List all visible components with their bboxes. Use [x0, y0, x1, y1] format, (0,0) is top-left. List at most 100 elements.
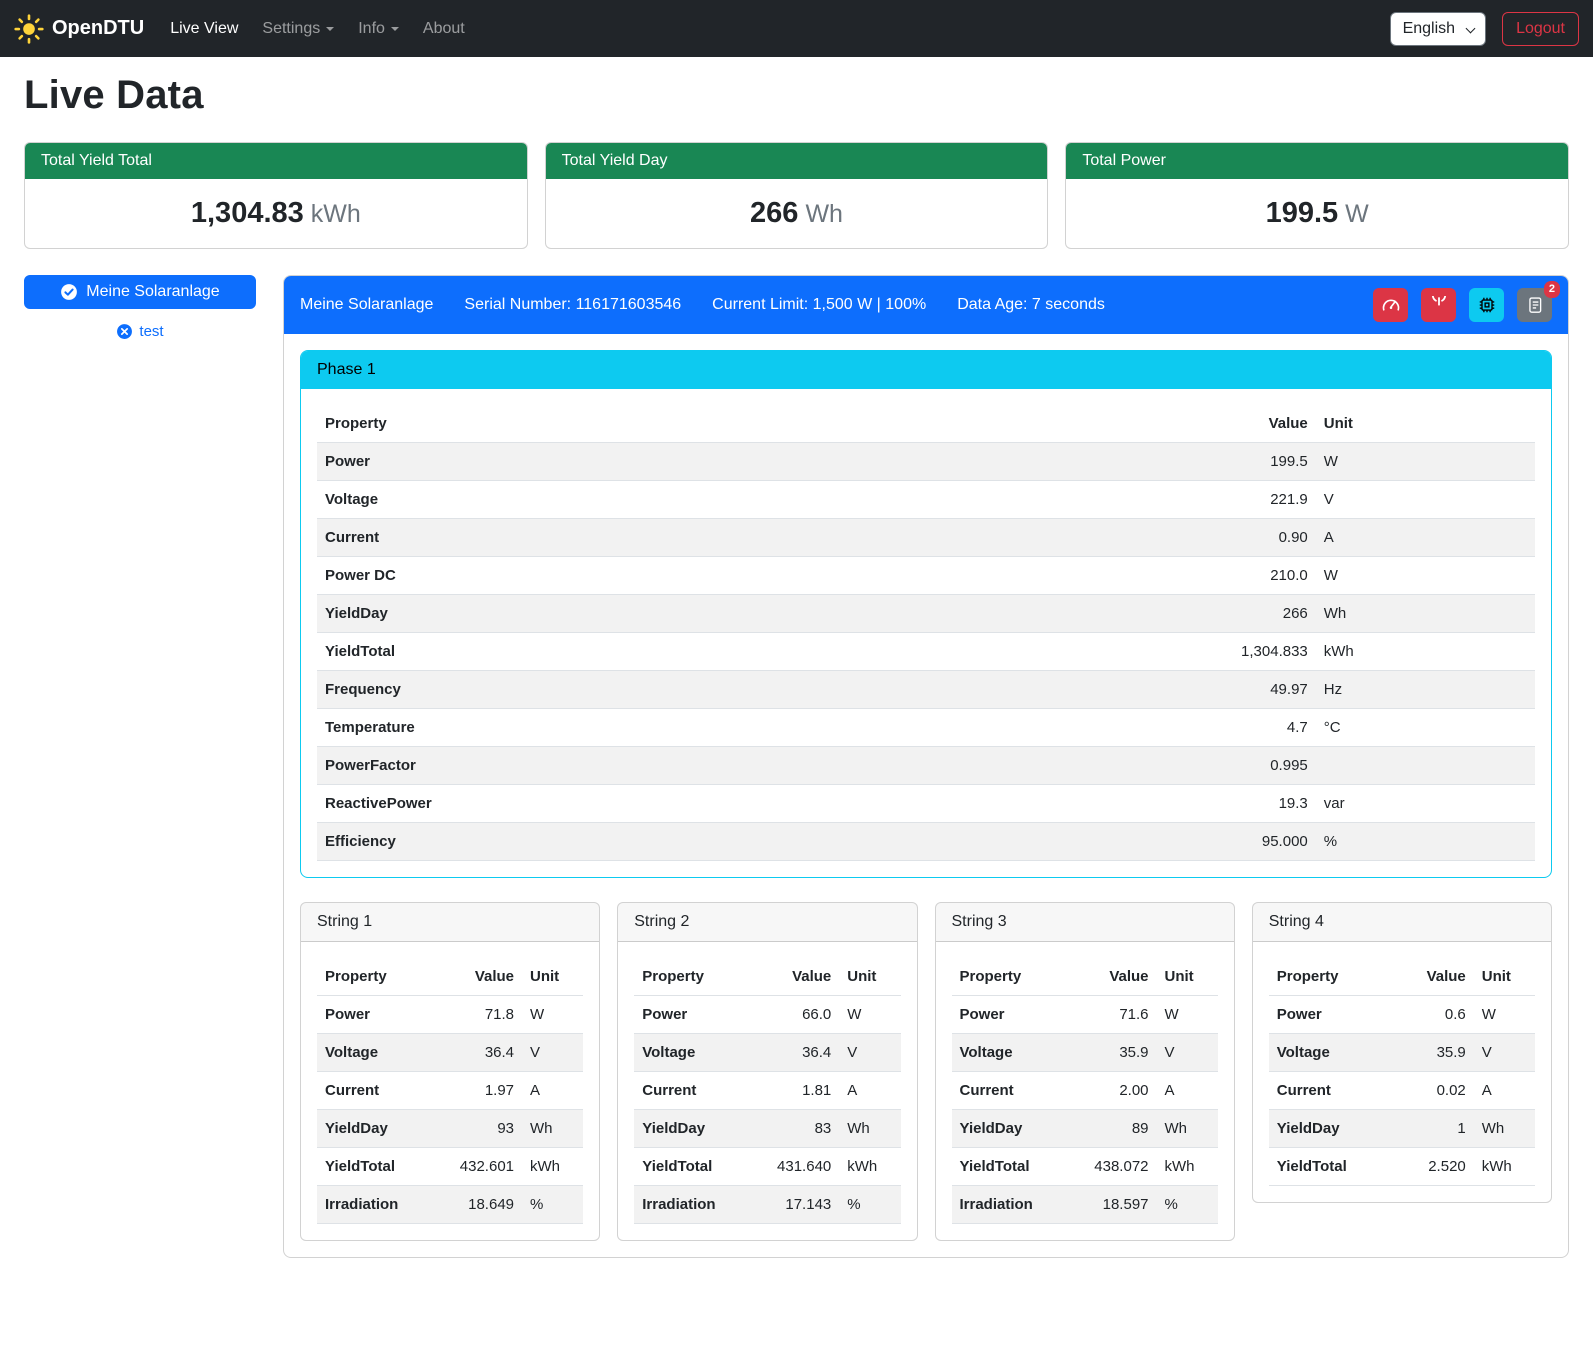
unit-cell: V: [1157, 1034, 1218, 1072]
table-row: Power 199.5 W: [317, 443, 1535, 481]
content-row: Meine Solaranlage test Meine Solaranlage…: [24, 275, 1569, 1258]
property-cell: Power: [952, 996, 1067, 1034]
property-cell: Irradiation: [952, 1186, 1067, 1224]
table-row: Current 0.02 A: [1269, 1072, 1535, 1110]
power-button[interactable]: [1421, 288, 1456, 322]
sidebar-item-inverter[interactable]: Meine Solaranlage: [24, 275, 256, 309]
col-value: Value: [1394, 958, 1474, 996]
table-row: Irradiation 18.649 %: [317, 1186, 583, 1224]
unit-cell: W: [1316, 443, 1535, 481]
unit-cell: A: [839, 1072, 900, 1110]
value-cell: 17.143: [749, 1186, 839, 1224]
language-select[interactable]: English: [1390, 12, 1486, 46]
property-cell: Current: [317, 1072, 432, 1110]
property-cell: Irradiation: [634, 1186, 749, 1224]
property-cell: Irradiation: [317, 1186, 432, 1224]
table-row: Efficiency 95.000 %: [317, 823, 1535, 861]
journal-text-icon: [1526, 296, 1544, 314]
unit-cell: W: [1157, 996, 1218, 1034]
property-cell: YieldDay: [1269, 1110, 1394, 1148]
inverter-panel-header: Meine Solaranlage Serial Number: 1161716…: [284, 276, 1568, 334]
property-cell: Current: [1269, 1072, 1394, 1110]
value-cell: 0.02: [1394, 1072, 1474, 1110]
property-cell: YieldTotal: [952, 1148, 1067, 1186]
card-body: 199.5W: [1066, 179, 1568, 248]
col-unit: Unit: [1474, 958, 1535, 996]
value-cell: 71.6: [1066, 996, 1156, 1034]
limit-settings-button[interactable]: [1373, 288, 1408, 322]
value-cell: 2.520: [1394, 1148, 1474, 1186]
sun-icon: [14, 14, 44, 44]
value-cell: 266: [914, 595, 1316, 633]
table-row: Voltage 36.4 V: [317, 1034, 583, 1072]
table-header-row: Property Value Unit: [952, 958, 1218, 996]
table-row: Voltage 35.9 V: [1269, 1034, 1535, 1072]
property-cell: Efficiency: [317, 823, 914, 861]
unit-cell: A: [1474, 1072, 1535, 1110]
sidebar-item-test[interactable]: test: [24, 323, 256, 340]
eventlog-button[interactable]: 2: [1517, 288, 1552, 322]
property-cell: Voltage: [317, 1034, 432, 1072]
unit-cell: kWh: [522, 1148, 583, 1186]
col-property: Property: [317, 958, 432, 996]
property-cell: Voltage: [317, 481, 914, 519]
summary-cards: Total Yield Total 1,304.83kWh Total Yiel…: [24, 142, 1569, 249]
property-cell: YieldTotal: [1269, 1148, 1394, 1186]
nav-item-about[interactable]: About: [415, 12, 473, 46]
property-cell: Current: [317, 519, 914, 557]
value-cell: 18.649: [432, 1186, 522, 1224]
table-header-row: Property Value Unit: [634, 958, 900, 996]
property-cell: Power: [634, 996, 749, 1034]
nav-item-label: About: [423, 20, 465, 38]
nav-item-live-view[interactable]: Live View: [162, 12, 246, 46]
phase-title: Phase 1: [301, 351, 1551, 389]
brand-label: OpenDTU: [52, 17, 144, 40]
nav-item-info[interactable]: Info: [350, 12, 407, 46]
table-row: Irradiation 17.143 %: [634, 1186, 900, 1224]
card-body: 1,304.83kWh: [25, 179, 527, 248]
chevron-down-icon: [1466, 23, 1476, 33]
unit-cell: %: [839, 1186, 900, 1224]
unit-cell: Wh: [522, 1110, 583, 1148]
string-card-title: String 4: [1253, 903, 1551, 942]
string-card-body: Property Value Unit Power: [301, 942, 599, 1240]
table-row: Voltage 36.4 V: [634, 1034, 900, 1072]
sidebar-item-label: Meine Solaranlage: [86, 283, 219, 301]
unit-cell: kWh: [1474, 1148, 1535, 1186]
value-cell: 89: [1066, 1110, 1156, 1148]
col-value: Value: [432, 958, 522, 996]
unit-cell: var: [1316, 785, 1535, 823]
cpu-icon: [1477, 295, 1497, 315]
card-value: 199.5: [1266, 197, 1339, 229]
table-row: YieldTotal 432.601 kWh: [317, 1148, 583, 1186]
unit-cell: %: [1316, 823, 1535, 861]
property-cell: PowerFactor: [317, 747, 914, 785]
x-circle-icon: [116, 323, 133, 340]
brand-link[interactable]: OpenDTU: [14, 14, 144, 44]
nav-item-settings[interactable]: Settings: [254, 12, 342, 46]
unit-cell: [1316, 747, 1535, 785]
table-row: YieldDay 266 Wh: [317, 595, 1535, 633]
table-row: Irradiation 18.597 %: [952, 1186, 1218, 1224]
card-title: Total Power: [1066, 143, 1568, 179]
logout-button[interactable]: Logout: [1502, 12, 1579, 46]
unit-cell: kWh: [839, 1148, 900, 1186]
value-cell: 66.0: [749, 996, 839, 1034]
device-info-button[interactable]: [1469, 288, 1504, 322]
value-cell: 93: [432, 1110, 522, 1148]
table-row: Frequency 49.97 Hz: [317, 671, 1535, 709]
table-row: YieldTotal 438.072 kWh: [952, 1148, 1218, 1186]
property-cell: Voltage: [634, 1034, 749, 1072]
string-card-title: String 1: [301, 903, 599, 942]
property-cell: YieldDay: [952, 1110, 1067, 1148]
unit-cell: W: [522, 996, 583, 1034]
string-2-card: String 2 Property Value Unit: [617, 902, 917, 1241]
property-cell: Voltage: [952, 1034, 1067, 1072]
col-property: Property: [952, 958, 1067, 996]
table-header-row: Property Value Unit: [317, 405, 1535, 443]
value-cell: 1.81: [749, 1072, 839, 1110]
table-row: YieldDay 89 Wh: [952, 1110, 1218, 1148]
unit-cell: A: [522, 1072, 583, 1110]
value-cell: 18.597: [1066, 1186, 1156, 1224]
language-select-value: English: [1403, 20, 1455, 38]
